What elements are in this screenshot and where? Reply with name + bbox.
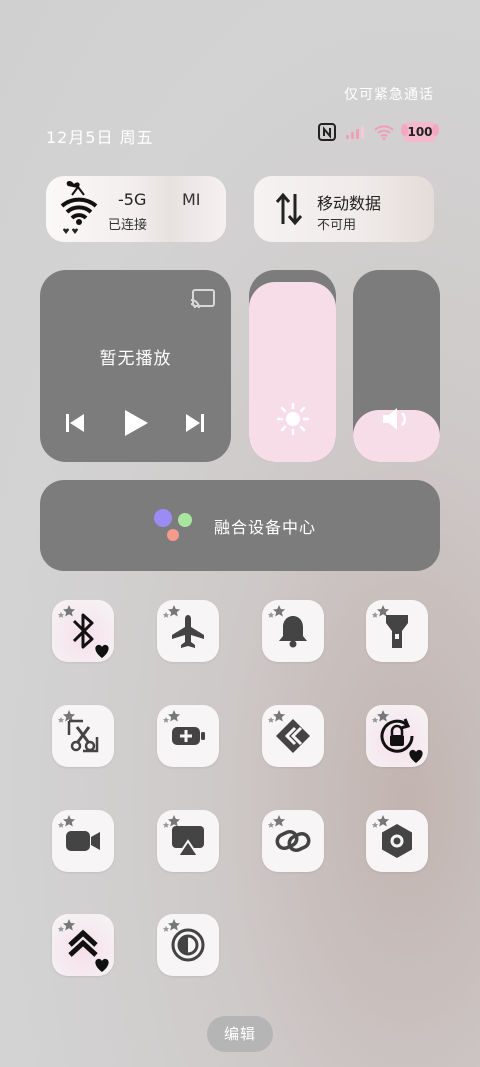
volume-slider[interactable]: [353, 270, 440, 462]
wifi-network-name: -5G: [118, 190, 147, 209]
screenshot-scissors-icon: [67, 719, 99, 753]
edit-button[interactable]: 编辑: [207, 1016, 273, 1052]
link-icon: [275, 829, 311, 853]
wifi-status-icon: [374, 125, 394, 140]
contrast-icon: [171, 928, 205, 962]
brightness-icon: [276, 402, 310, 436]
cellular-signal-icon: [346, 125, 364, 139]
decorative-heart-icon: [95, 958, 109, 972]
mobile-data-status: 不可用: [317, 218, 357, 233]
screen-cast-icon: [172, 826, 204, 857]
toggle-settings[interactable]: [366, 810, 428, 872]
toggle-link[interactable]: [262, 810, 324, 872]
battery-indicator: 100: [401, 122, 439, 142]
toggle-rotation-lock[interactable]: [366, 705, 428, 767]
device-center-icon: [154, 509, 192, 541]
volume-icon: [383, 408, 406, 430]
battery-saver-icon: [172, 727, 205, 745]
toggle-bluetooth[interactable]: [52, 600, 114, 662]
cast-icon[interactable]: [190, 288, 216, 310]
toggle-screen-cast[interactable]: [157, 810, 219, 872]
decorative-heart-icon: [409, 749, 423, 763]
next-track-icon[interactable]: [184, 412, 206, 434]
previous-track-icon[interactable]: [64, 412, 86, 434]
media-title: 暂无播放: [99, 349, 172, 369]
toggle-battery-saver[interactable]: [157, 705, 219, 767]
wifi-card[interactable]: -5G MI 已连接: [46, 176, 226, 242]
hexagon-settings-icon: [382, 824, 412, 858]
airplane-icon: [172, 615, 204, 648]
video-camera-icon: [66, 831, 100, 851]
mobile-data-card[interactable]: 移动数据 不可用: [254, 176, 434, 242]
media-player-card[interactable]: 暂无播放: [40, 270, 231, 462]
nfc-icon: [318, 123, 336, 141]
battery-level-text: 100: [407, 125, 433, 139]
toggle-dark-mode[interactable]: [157, 914, 219, 976]
wifi-status-text: 已连接: [108, 218, 148, 233]
device-center-label: 融合设备中心: [214, 518, 317, 537]
decorative-heart-icon: [95, 644, 109, 658]
toggle-airplane[interactable]: [157, 600, 219, 662]
toggle-notification[interactable]: [262, 600, 324, 662]
device-center-card[interactable]: 融合设备中心: [40, 480, 440, 571]
brightness-slider[interactable]: [249, 270, 336, 462]
mobile-data-icon: [275, 192, 303, 226]
shortcut-icon: [276, 719, 310, 753]
date-text: 12月5日 周五: [46, 128, 154, 147]
toggle-screen-record[interactable]: [52, 810, 114, 872]
toggle-flashlight[interactable]: [366, 600, 428, 662]
toggle-screenshot[interactable]: [52, 705, 114, 767]
wifi-icon: [60, 180, 98, 234]
play-icon[interactable]: [122, 408, 150, 438]
flashlight-icon: [386, 615, 408, 648]
toggle-performance[interactable]: [52, 914, 114, 976]
wifi-extra-text: MI: [182, 190, 201, 209]
toggle-shortcut[interactable]: [262, 705, 324, 767]
mobile-data-title: 移动数据: [317, 194, 382, 213]
emergency-calls-only-text: 仅可紧急通话: [344, 87, 434, 103]
status-icons: 100: [318, 122, 439, 142]
bell-icon: [279, 616, 307, 648]
